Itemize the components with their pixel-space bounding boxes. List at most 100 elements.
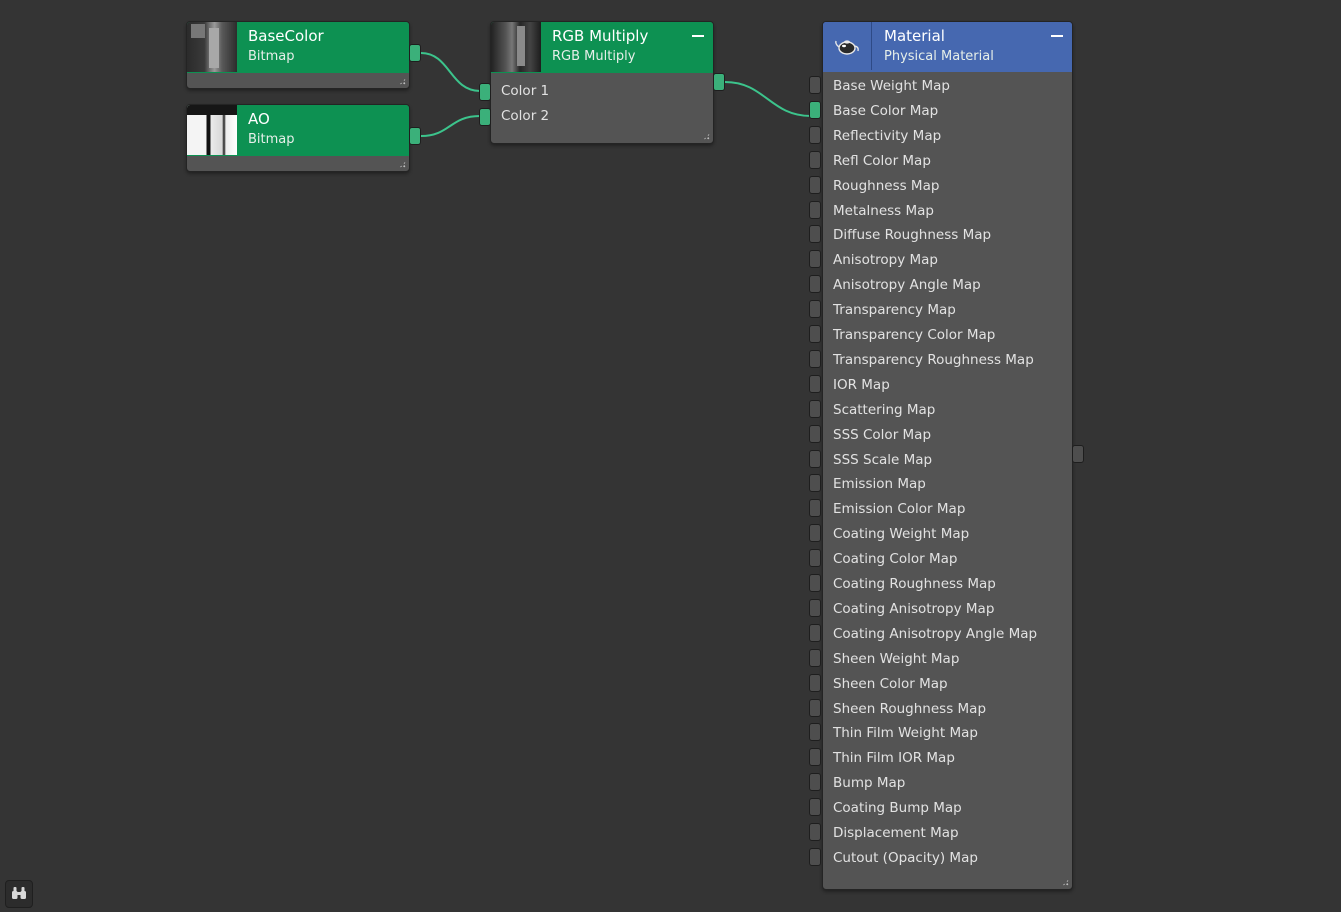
material-slot[interactable]: Sheen Weight Map	[809, 646, 1072, 671]
slot-label: IOR Map	[833, 376, 890, 393]
ao-node[interactable]: AO Bitmap	[186, 104, 421, 172]
slot-label: Diffuse Roughness Map	[833, 227, 992, 244]
material-slot[interactable]: Scattering Map	[809, 397, 1072, 422]
input-port[interactable]	[809, 748, 821, 767]
material-slot[interactable]: Transparency Color Map	[809, 322, 1072, 347]
input-port[interactable]	[809, 325, 821, 343]
input-port-color1[interactable]	[479, 83, 491, 101]
input-port[interactable]	[809, 847, 821, 866]
input-port[interactable]	[809, 175, 821, 194]
material-slot[interactable]: Refl Color Map	[809, 148, 1072, 173]
material-node[interactable]: Material Physical Material Base Weight M…	[809, 21, 1084, 890]
rgb-multiply-node[interactable]: RGB Multiply RGB Multiply Color 1 Color …	[479, 21, 725, 144]
input-port[interactable]	[809, 773, 821, 792]
output-port[interactable]	[1072, 445, 1084, 463]
material-slot[interactable]: Base Color Map	[809, 98, 1072, 123]
input-port[interactable]	[809, 698, 821, 717]
material-slot[interactable]: SSS Color Map	[809, 422, 1072, 447]
material-slot[interactable]: Coating Bump Map	[809, 795, 1072, 820]
resize-grip[interactable]	[703, 133, 710, 140]
material-slot[interactable]: Diffuse Roughness Map	[809, 222, 1072, 247]
input-port[interactable]	[809, 100, 821, 119]
node-header[interactable]: AO Bitmap	[187, 105, 409, 156]
binoculars-icon	[11, 885, 27, 904]
input-port[interactable]	[809, 125, 821, 144]
input-port[interactable]	[809, 598, 821, 617]
input-port[interactable]	[809, 574, 821, 592]
input-port[interactable]	[809, 673, 821, 692]
node-header[interactable]: BaseColor Bitmap	[187, 22, 409, 73]
material-slot[interactable]: Bump Map	[809, 770, 1072, 795]
input-port[interactable]	[809, 275, 821, 294]
node-header[interactable]: Material Physical Material	[823, 22, 1072, 72]
output-port[interactable]	[409, 44, 421, 62]
input-port[interactable]	[809, 200, 821, 219]
bitmap-thumbnail	[187, 105, 237, 155]
slot-label: Sheen Weight Map	[833, 650, 960, 667]
slot-label: Coating Roughness Map	[833, 576, 996, 592]
material-slot[interactable]: Base Weight Map	[809, 73, 1072, 98]
input-port[interactable]	[809, 524, 821, 543]
input-port[interactable]	[809, 449, 821, 468]
output-port[interactable]	[409, 127, 421, 145]
input-port[interactable]	[809, 300, 821, 319]
slot-label: Sheen Color Map	[833, 675, 948, 692]
node-header[interactable]: RGB Multiply RGB Multiply	[491, 22, 713, 73]
material-slot[interactable]: Reflectivity Map	[809, 123, 1072, 148]
material-slot[interactable]: Transparency Roughness Map	[809, 347, 1072, 372]
input-port[interactable]	[809, 549, 821, 568]
input-port[interactable]	[809, 823, 821, 841]
input-port[interactable]	[809, 374, 821, 393]
input-port[interactable]	[809, 225, 821, 244]
input-port[interactable]	[809, 349, 821, 368]
resize-grip[interactable]	[399, 161, 406, 168]
collapse-button[interactable]	[691, 28, 705, 42]
material-slot[interactable]: Cutout (Opacity) Map	[809, 845, 1072, 870]
input-port[interactable]	[809, 648, 821, 667]
node-title: AO	[248, 110, 270, 128]
input-port[interactable]	[809, 424, 821, 443]
output-port[interactable]	[713, 73, 725, 91]
resize-grip[interactable]	[399, 78, 406, 85]
material-slot[interactable]: Coating Anisotropy Angle Map	[809, 621, 1072, 646]
material-slot[interactable]: Thin Film Weight Map	[809, 720, 1072, 745]
material-slot[interactable]: IOR Map	[809, 372, 1072, 397]
material-slot[interactable]: SSS Scale Map	[809, 447, 1072, 472]
material-slot[interactable]: Sheen Color Map	[809, 671, 1072, 696]
input-port[interactable]	[809, 623, 821, 642]
material-slot[interactable]: Displacement Map	[809, 820, 1072, 845]
basecolor-node[interactable]: BaseColor Bitmap	[186, 21, 421, 89]
material-slot[interactable]: Transparency Map	[809, 297, 1072, 322]
input-port[interactable]	[809, 150, 821, 169]
material-slot[interactable]: Roughness Map	[809, 173, 1072, 198]
resize-grip[interactable]	[1062, 879, 1069, 886]
material-slot[interactable]: Coating Color Map	[809, 546, 1072, 571]
slot-label: Refl Color Map	[833, 152, 931, 169]
slot-label: Coating Color Map	[833, 551, 958, 568]
material-slot[interactable]: Anisotropy Angle Map	[809, 272, 1072, 297]
input-port[interactable]	[809, 499, 821, 518]
material-slot[interactable]: Sheen Roughness Map	[809, 696, 1072, 721]
input-port[interactable]	[809, 250, 821, 269]
input-port[interactable]	[809, 474, 821, 493]
wire-rgb-to-basecolormap	[724, 81, 812, 117]
material-slot[interactable]: Emission Map	[809, 471, 1072, 496]
input-port[interactable]	[809, 798, 821, 817]
material-slot[interactable]: Coating Weight Map	[809, 521, 1072, 546]
material-slot[interactable]: Thin Film IOR Map	[809, 745, 1072, 770]
input-port[interactable]	[809, 399, 821, 418]
input-port-color2[interactable]	[479, 108, 491, 126]
material-slot[interactable]: Anisotropy Map	[809, 247, 1072, 272]
material-slot[interactable]: Coating Roughness Map	[809, 571, 1072, 596]
material-slot[interactable]: Emission Color Map	[809, 496, 1072, 521]
teapot-icon	[823, 22, 872, 70]
material-slot[interactable]: Metalness Map	[809, 198, 1072, 223]
slot-label: Coating Anisotropy Map	[833, 600, 995, 617]
slot-label: SSS Color Map	[833, 426, 932, 443]
input-port[interactable]	[809, 76, 821, 94]
collapse-button[interactable]	[1050, 28, 1064, 42]
material-slot[interactable]: Coating Anisotropy Map	[809, 596, 1072, 621]
input-port[interactable]	[809, 723, 821, 742]
node-editor-canvas[interactable]: BaseColor Bitmap AO Bitmap RGB Multiply …	[0, 0, 1341, 912]
binoculars-button[interactable]	[5, 880, 33, 908]
